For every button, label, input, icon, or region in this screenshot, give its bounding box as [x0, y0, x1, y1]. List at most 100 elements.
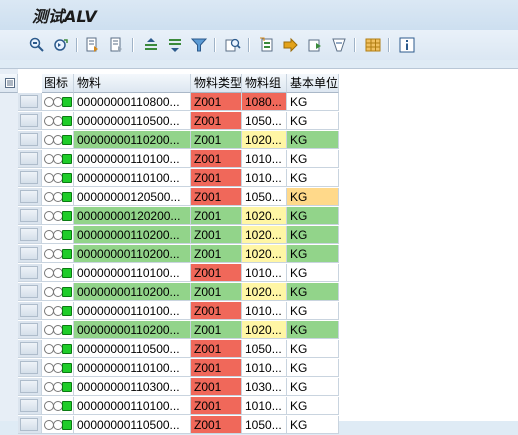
row-selector[interactable] [18, 207, 42, 225]
filter-icon[interactable] [190, 36, 208, 54]
row-selector[interactable] [18, 264, 42, 282]
find-icon[interactable] [224, 36, 242, 54]
cell-material-type[interactable]: Z001 [191, 112, 242, 130]
cell-material-group[interactable]: 1020... [242, 207, 287, 225]
table-row[interactable]: 00000000110100... Z001 1010... KG [0, 150, 518, 169]
cell-material-group[interactable]: 1010... [242, 169, 287, 187]
cell-material-group[interactable]: 1050... [242, 188, 287, 206]
select-all-button[interactable] [0, 74, 18, 93]
cell-material-type[interactable]: Z001 [191, 93, 242, 111]
abc-analysis-icon[interactable] [330, 36, 348, 54]
details-icon[interactable] [28, 36, 46, 54]
cell-material[interactable]: 00000000110800... [74, 93, 191, 111]
row-select-button[interactable] [20, 133, 38, 146]
cell-material[interactable]: 00000000110500... [74, 416, 191, 434]
cell-base-unit[interactable]: KG [287, 397, 339, 415]
row-select-button[interactable] [20, 190, 38, 203]
row-selector[interactable] [18, 112, 42, 130]
row-selector[interactable] [18, 416, 42, 434]
cell-base-unit[interactable]: KG [287, 340, 339, 358]
cell-material-group[interactable]: 1010... [242, 359, 287, 377]
cell-base-unit[interactable]: KG [287, 112, 339, 130]
row-select-button[interactable] [20, 342, 38, 355]
cell-base-unit[interactable]: KG [287, 378, 339, 396]
cell-material-group[interactable]: 1010... [242, 150, 287, 168]
cell-material-group[interactable]: 1080... [242, 93, 287, 111]
cell-base-unit[interactable]: KG [287, 150, 339, 168]
row-select-button[interactable] [20, 266, 38, 279]
row-select-button[interactable] [20, 171, 38, 184]
table-row[interactable]: 00000000110200... Z001 1020... KG [0, 131, 518, 150]
table-row[interactable]: 00000000110200... Z001 1020... KG [0, 226, 518, 245]
cell-material-type[interactable]: Z001 [191, 169, 242, 187]
cell-material[interactable]: 00000000110500... [74, 112, 191, 130]
row-selector[interactable] [18, 188, 42, 206]
cell-material[interactable]: 00000000110100... [74, 359, 191, 377]
table-row[interactable]: 00000000120200... Z001 1020... KG [0, 207, 518, 226]
row-select-button[interactable] [20, 323, 38, 336]
row-selector[interactable] [18, 131, 42, 149]
cell-base-unit[interactable]: KG [287, 302, 339, 320]
cell-material[interactable]: 00000000110200... [74, 283, 191, 301]
cell-base-unit[interactable]: KG [287, 226, 339, 244]
row-selector[interactable] [18, 397, 42, 415]
cell-base-unit[interactable]: KG [287, 169, 339, 187]
table-row[interactable]: 00000000110800... Z001 1080... KG [0, 93, 518, 112]
table-row[interactable]: 00000000110100... Z001 1010... KG [0, 359, 518, 378]
col-header-icon[interactable]: 图标 [42, 74, 74, 93]
cell-material[interactable]: 00000000110100... [74, 264, 191, 282]
row-selector[interactable] [18, 245, 42, 263]
cell-material-group[interactable]: 1050... [242, 112, 287, 130]
cell-material-type[interactable]: Z001 [191, 207, 242, 225]
layout-icon[interactable] [364, 36, 382, 54]
row-select-button[interactable] [20, 152, 38, 165]
cell-material[interactable]: 00000000110100... [74, 302, 191, 320]
row-selector[interactable] [18, 359, 42, 377]
row-select-button[interactable] [20, 228, 38, 241]
cell-base-unit[interactable]: KG [287, 321, 339, 339]
cell-base-unit[interactable]: KG [287, 207, 339, 225]
table-row[interactable]: 00000000110500... Z001 1050... KG [0, 340, 518, 359]
cell-base-unit[interactable]: KG [287, 416, 339, 434]
cell-material-type[interactable]: Z001 [191, 378, 242, 396]
cell-base-unit[interactable]: KG [287, 245, 339, 263]
row-select-button[interactable] [20, 285, 38, 298]
row-select-button[interactable] [20, 380, 38, 393]
cell-material-type[interactable]: Z001 [191, 245, 242, 263]
info-icon[interactable] [398, 36, 416, 54]
cell-material[interactable]: 00000000110200... [74, 131, 191, 149]
row-selector[interactable] [18, 321, 42, 339]
cell-material-type[interactable]: Z001 [191, 150, 242, 168]
row-select-button[interactable] [20, 114, 38, 127]
row-selector[interactable] [18, 283, 42, 301]
cell-base-unit[interactable]: KG [287, 188, 339, 206]
cell-material[interactable]: 00000000110100... [74, 150, 191, 168]
cell-material[interactable]: 00000000120200... [74, 207, 191, 225]
table-row[interactable]: 00000000110100... Z001 1010... KG [0, 264, 518, 283]
row-select-button[interactable] [20, 95, 38, 108]
row-select-button[interactable] [20, 361, 38, 374]
col-header-material-type[interactable]: 物料类型 [191, 74, 242, 93]
cell-material-type[interactable]: Z001 [191, 397, 242, 415]
cell-material-type[interactable]: Z001 [191, 340, 242, 358]
cell-material[interactable]: 00000000120500... [74, 188, 191, 206]
cell-material-group[interactable]: 1010... [242, 302, 287, 320]
cell-material-type[interactable]: Z001 [191, 264, 242, 282]
sort-descending-icon[interactable] [166, 36, 184, 54]
cell-material-type[interactable]: Z001 [191, 321, 242, 339]
cell-material-group[interactable]: 1030... [242, 378, 287, 396]
cell-base-unit[interactable]: KG [287, 283, 339, 301]
cell-material-group[interactable]: 1050... [242, 340, 287, 358]
cell-material-group[interactable]: 1010... [242, 397, 287, 415]
table-row[interactable]: 00000000110100... Z001 1010... KG [0, 397, 518, 416]
cell-material-group[interactable]: 1010... [242, 264, 287, 282]
row-selector[interactable] [18, 340, 42, 358]
table-row[interactable]: 00000000110100... Z001 1010... KG [0, 302, 518, 321]
cell-material[interactable]: 00000000110500... [74, 340, 191, 358]
cell-material[interactable]: 00000000110100... [74, 397, 191, 415]
cell-material[interactable]: 00000000110200... [74, 245, 191, 263]
cell-base-unit[interactable]: KG [287, 359, 339, 377]
cell-material-group[interactable]: 1020... [242, 321, 287, 339]
cell-material-group[interactable]: 1020... [242, 283, 287, 301]
col-header-material-group[interactable]: 物料组 [242, 74, 287, 93]
